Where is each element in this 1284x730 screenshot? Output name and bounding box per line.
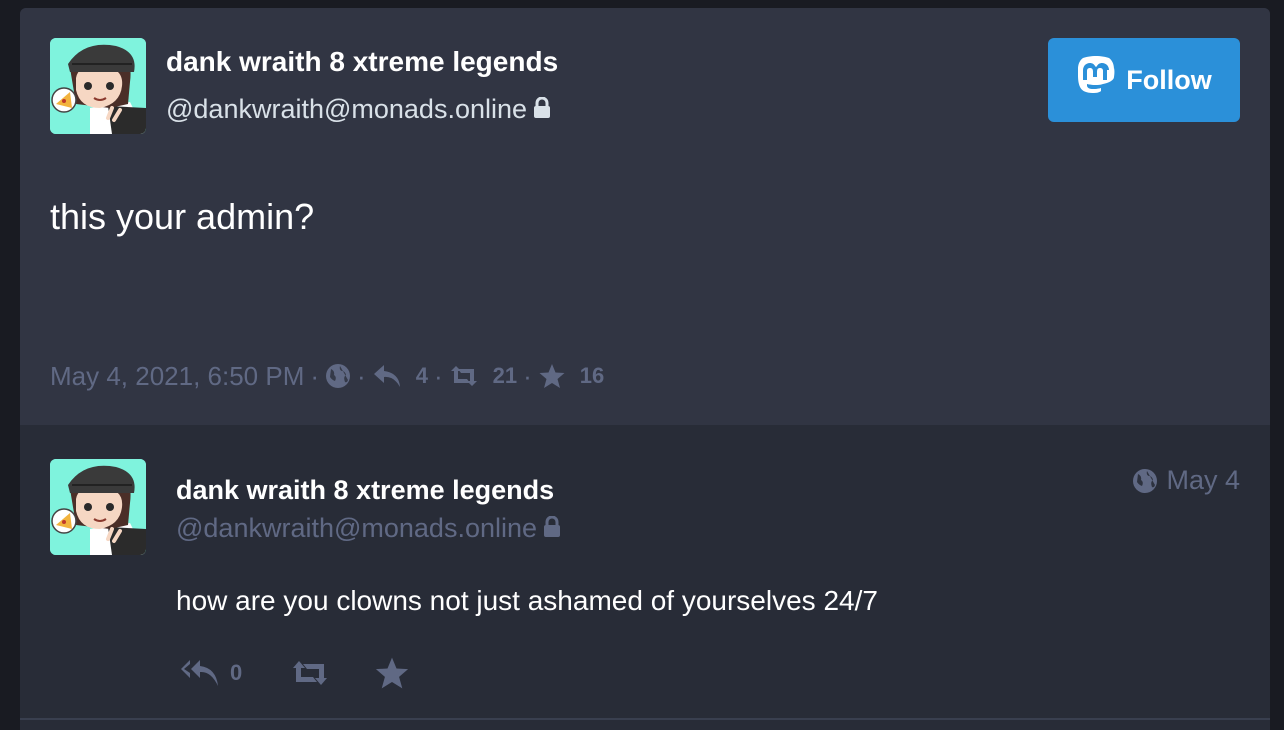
- reply-action-bar: 0: [180, 653, 410, 693]
- star-icon: [374, 656, 410, 690]
- main-status: dank wraith 8 xtreme legends @dankwraith…: [20, 8, 1270, 425]
- status-thread: dank wraith 8 xtreme legends @dankwraith…: [20, 8, 1270, 730]
- avatar-image: [50, 38, 146, 134]
- separator: ·: [310, 360, 320, 391]
- reply-count: 4: [415, 363, 428, 388]
- favourite-button[interactable]: [374, 656, 410, 690]
- lock-icon: [543, 514, 561, 545]
- mastodon-logo-icon: [1076, 55, 1116, 105]
- author-avatar[interactable]: [50, 38, 146, 134]
- separator: ·: [357, 360, 366, 391]
- author-display-name[interactable]: dank wraith 8 xtreme legends: [166, 46, 558, 78]
- reply-all-button[interactable]: 0: [180, 657, 242, 689]
- status-divider: [20, 718, 1270, 720]
- avatar-image: [50, 459, 146, 555]
- reply-author-handle-text: @dankwraith@monads.online: [176, 513, 538, 543]
- reply-timestamp[interactable]: May 4: [1132, 465, 1240, 496]
- boost-icon[interactable]: [449, 364, 479, 388]
- separator: ·: [523, 360, 532, 391]
- boost-button[interactable]: [290, 659, 330, 687]
- star-icon[interactable]: [538, 363, 566, 389]
- boost-icon: [290, 659, 330, 687]
- author-handle[interactable]: @dankwraith@monads.online: [166, 94, 551, 126]
- reply-author-handle[interactable]: @dankwraith@monads.online: [176, 513, 561, 545]
- reply-author-display-name[interactable]: dank wraith 8 xtreme legends: [176, 475, 554, 506]
- globe-icon: [1132, 468, 1158, 494]
- reply-all-icon: [180, 657, 220, 689]
- boost-count: 21: [492, 363, 518, 388]
- author-handle-text: @dankwraith@monads.online: [166, 94, 528, 124]
- reply-relative-time: May 4: [1166, 465, 1240, 495]
- status-content: this your admin?: [50, 196, 315, 237]
- reply-count: 0: [230, 660, 243, 685]
- reply-content: how are you clowns not just ashamed of y…: [176, 585, 878, 616]
- favourite-count: 16: [579, 363, 605, 388]
- lock-icon: [533, 95, 551, 126]
- reply-author-avatar[interactable]: [50, 459, 146, 555]
- status-timestamp[interactable]: May 4, 2021, 6:50 PM: [50, 361, 304, 392]
- follow-button[interactable]: Follow: [1048, 38, 1240, 122]
- follow-label: Follow: [1126, 64, 1212, 95]
- reply-status[interactable]: dank wraith 8 xtreme legends @dankwraith…: [20, 425, 1270, 725]
- separator: ·: [433, 360, 443, 391]
- status-meta: May 4, 2021, 6:50 PM · · 4 · 21 · 16: [50, 356, 604, 396]
- reply-icon[interactable]: [372, 363, 402, 389]
- globe-icon: [325, 363, 351, 389]
